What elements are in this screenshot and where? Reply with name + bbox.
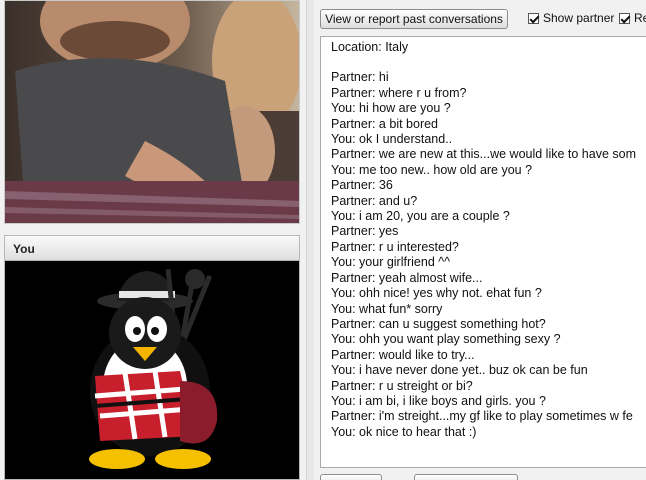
penguin-bagpipe-avatar — [89, 268, 218, 469]
chat-message: Partner: r u streight or bi? — [331, 378, 473, 393]
column-separator[interactable] — [306, 0, 314, 480]
second-option[interactable]: Re — [619, 11, 646, 25]
you-video — [5, 261, 299, 479]
chat-message: Partner: yes — [331, 224, 399, 239]
chat-message: You: ohh you want play something sexy ? — [331, 332, 561, 347]
chat-message: Partner: 36 — [331, 178, 393, 193]
bottom-button-1[interactable] — [320, 474, 382, 480]
chat-message: You: hi how are you ? — [331, 101, 451, 116]
chat-message: Partner: yeah almost wife... — [331, 270, 483, 285]
you-panel-title: You — [5, 236, 299, 261]
you-panel: You — [4, 235, 300, 480]
second-option-checkbox[interactable] — [619, 13, 630, 24]
show-partner-option[interactable]: Show partner — [528, 11, 614, 25]
chat-log[interactable]: Location: Italy Partner: hi Partner: whe… — [320, 36, 646, 468]
left-column: You — [0, 0, 306, 480]
chat-message: Partner: would like to try... — [331, 347, 475, 362]
chat-message: You: what fun* sorry — [331, 301, 443, 316]
right-column: View or report past conversations Show p… — [314, 0, 646, 480]
chat-message: Partner: we are new at this...we would l… — [331, 147, 637, 162]
location-line: Location: Italy — [331, 40, 409, 54]
show-partner-label: Show partner — [543, 11, 615, 25]
chat-message: Partner: r u interested? — [331, 239, 459, 254]
chat-message: Partner: where r u from? — [331, 85, 467, 100]
show-partner-checkbox[interactable] — [528, 13, 539, 24]
partner-video — [4, 0, 300, 224]
bottom-button-2[interactable] — [414, 474, 518, 480]
chat-message: Partner: i'm streight...my gf like to pl… — [331, 409, 633, 424]
chat-message: You: i am 20, you are a couple ? — [331, 209, 510, 224]
chat-message: You: me too new.. how old are you ? — [331, 162, 533, 177]
chat-message: You: your girlfriend ^^ — [331, 255, 450, 270]
view-report-conversations-button[interactable]: View or report past conversations — [320, 9, 508, 29]
chat-message: You: ok I understand.. — [331, 132, 453, 147]
chat-message: Partner: can u suggest something hot? — [331, 316, 546, 331]
chat-message: Partner: hi — [331, 70, 389, 85]
second-option-label: Re — [634, 11, 646, 25]
chat-message: You: ok nice to hear that :) — [331, 424, 477, 439]
partner-webcam-image — [5, 1, 299, 223]
chat-message: You: i am bi, i like boys and girls. you… — [331, 393, 546, 408]
chat-message: You: i have never done yet.. buz ok can … — [331, 363, 588, 378]
chat-message: You: ohh nice! yes why not. ehat fun ? — [331, 286, 542, 301]
chat-message: Partner: and u? — [331, 193, 418, 208]
chat-message: Partner: a bit bored — [331, 116, 439, 131]
